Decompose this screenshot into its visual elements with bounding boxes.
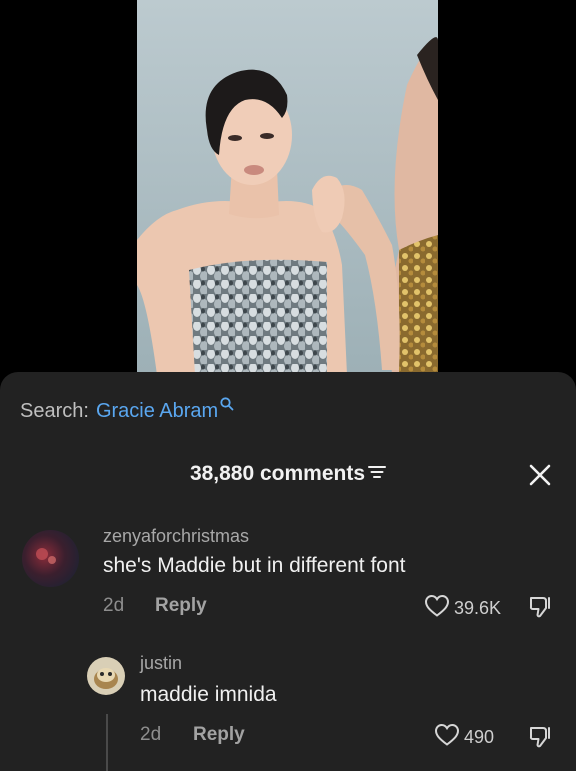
heart-icon[interactable] — [434, 723, 460, 752]
screen: Search: Gracie Abram 38,880 comments zen… — [0, 0, 576, 771]
dislike-icon[interactable] — [528, 725, 552, 749]
like-group: 490 — [434, 723, 494, 752]
reply-comment-item: justin maddie imnida 2d Reply 490 — [0, 372, 576, 771]
avatar[interactable] — [87, 657, 125, 695]
video-player[interactable] — [137, 0, 438, 375]
like-count: 490 — [464, 727, 495, 747]
comments-sheet: Search: Gracie Abram 38,880 comments zen… — [0, 372, 576, 771]
reply-button[interactable]: Reply — [193, 724, 245, 746]
comment-username[interactable]: justin — [140, 653, 182, 674]
video-frame — [137, 0, 438, 375]
comment-text: maddie imnida — [140, 683, 277, 706]
thread-line — [106, 714, 108, 771]
comment-age: 2d — [140, 724, 162, 745]
